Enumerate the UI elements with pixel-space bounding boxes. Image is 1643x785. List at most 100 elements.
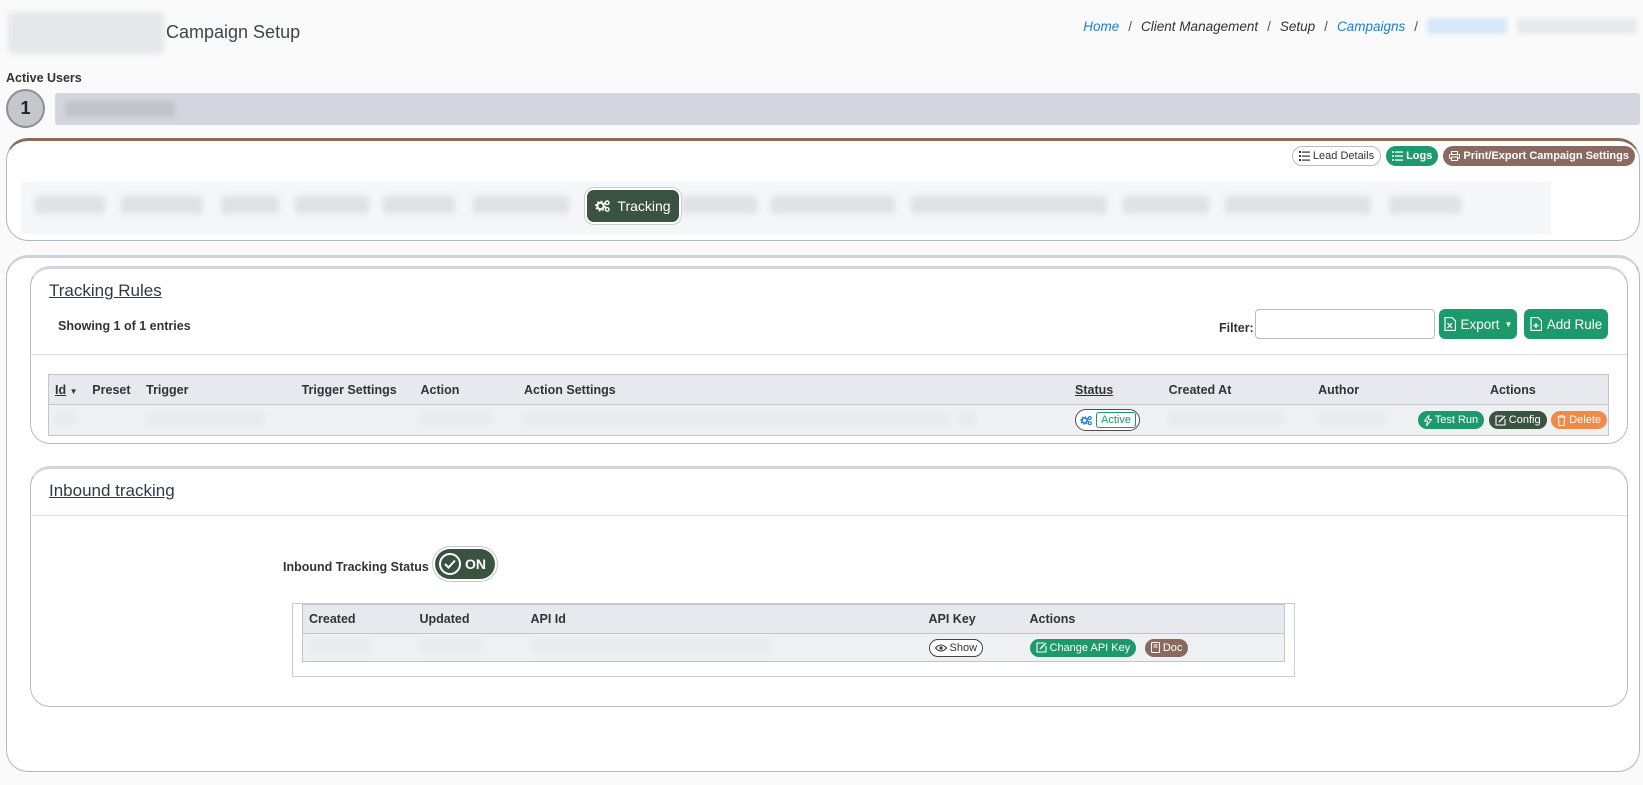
tab-redacted[interactable] xyxy=(1123,196,1209,214)
breadcrumb-separator: / xyxy=(1267,18,1271,34)
active-user-count-badge: 1 xyxy=(6,89,45,128)
main-card: Tracking Rules Showing 1 of 1 entries Fi… xyxy=(6,255,1640,772)
toggle-state-label: ON xyxy=(465,556,486,572)
check-circle-icon xyxy=(439,553,461,575)
caret-down-icon: ▼ xyxy=(1504,319,1513,329)
breadcrumb-campaigns[interactable]: Campaigns xyxy=(1337,19,1405,34)
section-divider xyxy=(31,354,1627,355)
cogs-icon xyxy=(595,199,611,213)
table-header-row: Id ▼ Preset Trigger Trigger Settings Act… xyxy=(48,374,1609,405)
breadcrumb-separator: / xyxy=(1414,18,1418,34)
logo xyxy=(8,12,164,54)
sort-desc-icon: ▼ xyxy=(69,386,78,396)
cell-created-at xyxy=(1162,404,1313,436)
breadcrumb-separator: / xyxy=(1324,18,1328,34)
breadcrumb-home[interactable]: Home xyxy=(1083,19,1119,34)
change-api-key-button[interactable]: Change API Key xyxy=(1029,638,1137,657)
column-header-trigger-settings: Trigger Settings xyxy=(295,374,415,405)
top-bar: Campaign Setup Home / Client Management … xyxy=(0,0,1643,60)
tab-redacted[interactable] xyxy=(681,196,757,214)
cell-author xyxy=(1312,404,1412,436)
list-ordered-icon xyxy=(1298,151,1310,161)
table-header-row: Created Updated API Id API Key Actions xyxy=(302,604,1285,634)
change-api-key-label: Change API Key xyxy=(1049,641,1131,654)
column-header-action-settings: Action Settings xyxy=(518,374,1069,405)
tab-redacted[interactable] xyxy=(35,196,105,214)
tab-redacted[interactable] xyxy=(383,196,455,214)
tab-tracking-label: Tracking xyxy=(617,198,671,214)
cogs-icon xyxy=(1080,415,1093,426)
config-label: Config xyxy=(1508,414,1541,426)
active-users-label: Active Users xyxy=(6,71,82,85)
cell-id xyxy=(48,404,87,436)
column-header-status[interactable]: Status xyxy=(1069,374,1163,405)
cell-actions: Change API Key Doc xyxy=(1023,633,1285,662)
logs-label: Logs xyxy=(1406,150,1433,162)
printer-icon xyxy=(1449,151,1461,161)
add-rule-label: Add Rule xyxy=(1546,316,1603,332)
cell-api-key: Show xyxy=(922,633,1024,662)
show-api-key-button[interactable]: Show xyxy=(928,638,984,657)
tracking-rules-section: Tracking Rules Showing 1 of 1 entries Fi… xyxy=(30,266,1628,444)
column-header-updated: Updated xyxy=(413,604,525,634)
logs-button[interactable]: Logs xyxy=(1386,146,1439,166)
table-row: Active Test Run Config Delete xyxy=(48,404,1609,436)
column-header-author: Author xyxy=(1312,374,1412,405)
list-icon xyxy=(1392,151,1404,161)
delete-button[interactable]: Delete xyxy=(1551,411,1607,429)
export-label: Export xyxy=(1460,316,1500,332)
breadcrumb-campaign-redacted[interactable] xyxy=(1427,18,1507,34)
cell-preset xyxy=(86,404,141,436)
column-header-api-id: API Id xyxy=(524,604,923,634)
tracking-rules-table: Id ▼ Preset Trigger Trigger Settings Act… xyxy=(48,374,1609,436)
tab-redacted[interactable] xyxy=(911,196,1107,214)
column-header-id[interactable]: Id ▼ xyxy=(48,374,87,405)
tracking-rules-title: Tracking Rules xyxy=(49,281,162,300)
tab-redacted[interactable] xyxy=(295,196,369,214)
trash-icon xyxy=(1557,414,1566,426)
tab-redacted[interactable] xyxy=(1389,196,1461,214)
cell-trigger-settings xyxy=(295,404,415,436)
column-header-api-key: API Key xyxy=(922,604,1024,634)
doc-label: Doc xyxy=(1162,641,1183,654)
delete-label: Delete xyxy=(1569,414,1601,426)
table-row: Show Change API Key Doc xyxy=(302,633,1285,662)
inbound-tracking-toggle[interactable]: ON xyxy=(435,549,495,579)
tab-tracking[interactable]: Tracking xyxy=(587,190,679,222)
tab-redacted[interactable] xyxy=(121,196,203,214)
tab-redacted[interactable] xyxy=(771,196,895,214)
nav-actions: Lead Details Logs Print/Export Campaign … xyxy=(1291,146,1635,166)
column-header-actions: Actions xyxy=(1411,374,1609,405)
column-header-preset: Preset xyxy=(86,374,141,405)
breadcrumb-client-management: Client Management xyxy=(1141,18,1259,34)
test-run-label: Test Run xyxy=(1434,414,1479,426)
breadcrumb: Home / Client Management / Setup / Campa… xyxy=(1083,18,1637,34)
tab-redacted[interactable] xyxy=(473,196,569,214)
cell-actions: Test Run Config Delete xyxy=(1411,404,1609,436)
doc-button[interactable]: Doc xyxy=(1144,638,1189,657)
config-button[interactable]: Config xyxy=(1488,411,1547,429)
filter-input[interactable] xyxy=(1255,309,1435,339)
campaign-tabs xyxy=(21,182,1551,234)
api-key-table: Created Updated API Id API Key Actions S… xyxy=(302,604,1285,662)
cell-trigger xyxy=(140,404,296,436)
tab-redacted[interactable] xyxy=(221,196,279,214)
campaign-nav-card: Lead Details Logs Print/Export Campaign … xyxy=(6,138,1640,241)
lead-details-button[interactable]: Lead Details xyxy=(1291,146,1382,166)
status-badge[interactable]: Active xyxy=(1075,409,1140,431)
breadcrumb-setup: Setup xyxy=(1279,18,1316,34)
tab-redacted[interactable] xyxy=(1225,196,1371,214)
add-rule-button[interactable]: Add Rule xyxy=(1524,309,1608,339)
print-export-button[interactable]: Print/Export Campaign Settings xyxy=(1443,146,1635,166)
cell-api-id xyxy=(524,633,923,662)
eye-icon xyxy=(934,644,947,652)
section-divider xyxy=(31,515,1627,516)
export-button[interactable]: Export ▼ xyxy=(1439,309,1517,339)
lead-details-label: Lead Details xyxy=(1312,150,1375,162)
entries-info: Showing 1 of 1 entries xyxy=(58,319,191,333)
inbound-tracking-section: Inbound tracking Inbound Tracking Status… xyxy=(30,466,1628,707)
api-key-table-wrapper: Created Updated API Id API Key Actions S… xyxy=(292,603,1295,677)
show-label: Show xyxy=(949,641,978,654)
column-header-actions: Actions xyxy=(1023,604,1285,634)
test-run-button[interactable]: Test Run xyxy=(1417,411,1485,429)
